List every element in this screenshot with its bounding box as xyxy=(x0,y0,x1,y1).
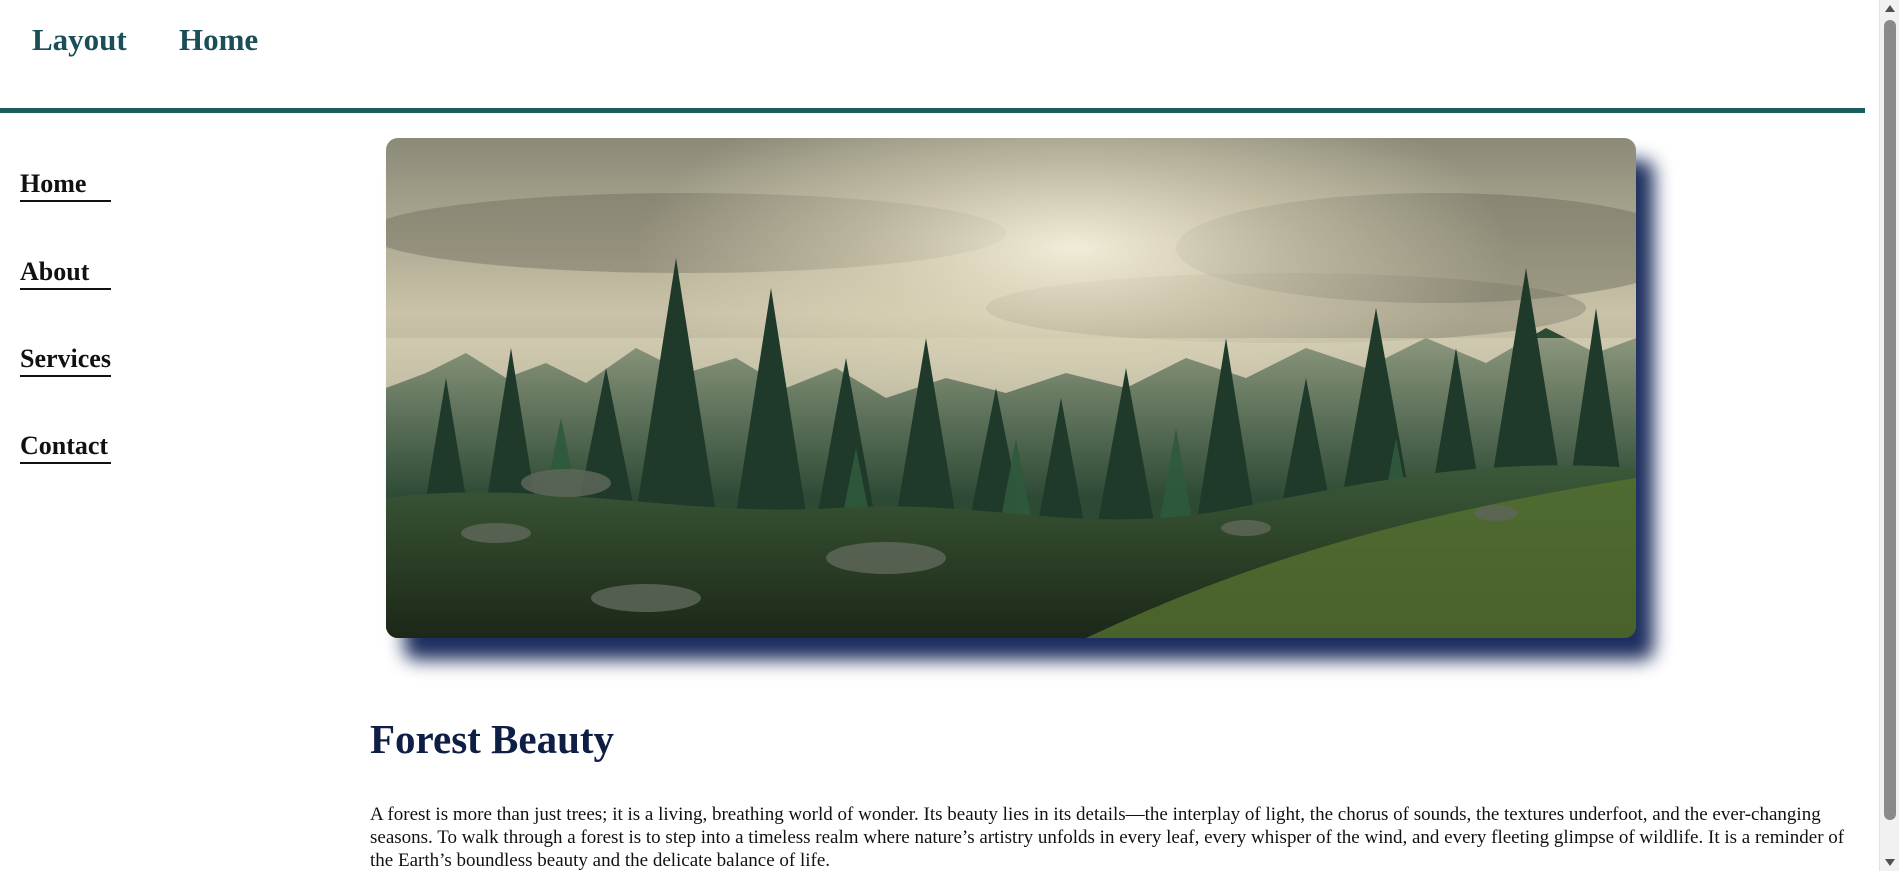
sidebar-item-about[interactable]: About xyxy=(20,257,111,290)
scroll-down-arrow-icon[interactable] xyxy=(1885,859,1895,866)
scroll-up-arrow-icon[interactable] xyxy=(1885,5,1895,12)
nav-home-link[interactable]: Home xyxy=(179,22,258,58)
scrollbar-thumb[interactable] xyxy=(1884,20,1896,820)
hero-image xyxy=(386,138,1636,638)
article-body: A forest is more than just trees; it is … xyxy=(370,804,1845,871)
brand-link[interactable]: Layout xyxy=(32,22,127,58)
sidebar-item-home[interactable]: Home xyxy=(20,169,111,202)
sidebar-item-contact[interactable]: Contact xyxy=(20,431,111,464)
vertical-scrollbar[interactable] xyxy=(1879,0,1899,871)
sidebar-item-services[interactable]: Services xyxy=(20,344,111,377)
top-navbar: Layout Home xyxy=(0,0,1865,113)
forest-landscape-image xyxy=(386,138,1636,638)
article-title: Forest Beauty xyxy=(370,716,615,762)
